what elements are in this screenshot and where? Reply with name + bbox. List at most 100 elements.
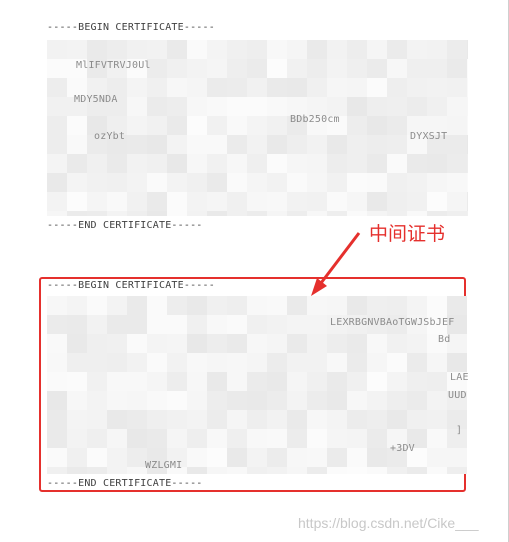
pixelation-tile: [107, 410, 127, 429]
pixelation-tile: [107, 372, 127, 391]
cert2-fragment: UUD: [448, 390, 467, 401]
pixelation-tile: [407, 372, 427, 391]
pixelation-tile: [87, 296, 107, 315]
pixelation-tile: [427, 296, 447, 315]
pixelation-tile: [107, 429, 127, 448]
pixelation-tile: [247, 334, 267, 353]
pixelation-tile: [227, 448, 247, 467]
pixelation-tile: [307, 467, 327, 474]
pixelation-tile: [327, 448, 347, 467]
pixelation-tile: [227, 315, 247, 334]
pixelation-tile: [287, 467, 307, 474]
pixelation-tile: [367, 372, 387, 391]
pixelation-tile: [207, 353, 227, 372]
cert2-begin-label: -----BEGIN CERTIFICATE-----: [47, 280, 215, 291]
pixelation-tile: [67, 467, 87, 474]
pixelation-tile: [367, 429, 387, 448]
pixelation-tile: [267, 296, 287, 315]
pixelation-tile: [67, 353, 87, 372]
pixelation-tile: [327, 410, 347, 429]
pixelation-tile: [147, 410, 167, 429]
pixelation-tile: [207, 296, 227, 315]
pixelation-tile: [127, 372, 147, 391]
pixelation-tile: [367, 296, 387, 315]
pixelation-tile: [347, 334, 367, 353]
pixelation-tile: [267, 315, 287, 334]
pixelation-tile: [167, 315, 187, 334]
pixelation-tile: [387, 296, 407, 315]
pixelation-tile: [407, 353, 427, 372]
pixelation-tile: [227, 391, 247, 410]
pixelation-tile: [127, 391, 147, 410]
pixelation-tile: [387, 353, 407, 372]
pixelation-tile: [267, 334, 287, 353]
pixelation-tile: [167, 391, 187, 410]
pixelation-tile: [247, 391, 267, 410]
pixelation-tile: [87, 391, 107, 410]
pixelation-tile: [267, 429, 287, 448]
pixelation-tile: [447, 467, 467, 474]
pixelation-tile: [87, 448, 107, 467]
pixelation-tile: [367, 353, 387, 372]
cert2-fragment: LEXRBGNVBAoTGWJSbJEF: [330, 317, 455, 328]
pixelation-tile: [247, 410, 267, 429]
pixelation-tile: [127, 315, 147, 334]
pixelation-tile: [367, 448, 387, 467]
pixelation-tile: [387, 391, 407, 410]
pixelation-tile: [227, 410, 247, 429]
pixelation-tile: [187, 467, 207, 474]
pixelation-tile: [347, 410, 367, 429]
pixelation-tile: [247, 315, 267, 334]
pixelation-tile: [327, 467, 347, 474]
pixelation-tile: [327, 372, 347, 391]
pixelation-tile: [107, 334, 127, 353]
cert2-end-label: -----END CERTIFICATE-----: [47, 478, 203, 489]
pixelation-tile: [207, 391, 227, 410]
pixelation-tile: [287, 410, 307, 429]
pixelation-tile: [347, 429, 367, 448]
pixelation-tile: [287, 334, 307, 353]
pixelation-tile: [147, 429, 167, 448]
pixelation-tile: [287, 448, 307, 467]
pixelation-tile: [147, 372, 167, 391]
pixelation-tile: [47, 448, 67, 467]
pixelation-tile: [267, 448, 287, 467]
pixelation-tile: [207, 448, 227, 467]
pixelation-tile: [67, 391, 87, 410]
pixelation-tile: [287, 372, 307, 391]
pixelation-tile: [167, 429, 187, 448]
pixelation-tile: [427, 448, 447, 467]
pixelation-tile: [347, 467, 367, 474]
pixelation-tile: [307, 410, 327, 429]
pixelation-tile: [267, 467, 287, 474]
pixelation-tile: [127, 334, 147, 353]
pixelation-tile: [407, 467, 427, 474]
pixelation-tile: [427, 391, 447, 410]
pixelation-tile: [247, 429, 267, 448]
pixelation-tile: [47, 372, 67, 391]
pixelation-tile: [247, 448, 267, 467]
pixelation-tile: [447, 353, 467, 372]
pixelation-tile: [87, 315, 107, 334]
pixelation-tile: [87, 353, 107, 372]
pixelation-tile: [167, 353, 187, 372]
csdn-watermark: https://blog.csdn.net/Cike___: [298, 515, 479, 531]
pixelation-tile: [47, 296, 67, 315]
pixelation-tile: [387, 410, 407, 429]
pixelation-tile: [267, 372, 287, 391]
pixelation-tile: [347, 448, 367, 467]
pixelation-tile: [407, 410, 427, 429]
pixelation-tile: [107, 467, 127, 474]
pixelation-tile: [287, 391, 307, 410]
pixelation-tile: [307, 391, 327, 410]
pixelation-tile: [107, 296, 127, 315]
pixelation-tile: [307, 372, 327, 391]
pixelation-tile: [267, 410, 287, 429]
pixelation-tile: [427, 410, 447, 429]
pixelation-tile: [367, 410, 387, 429]
pixelation-tile: [287, 353, 307, 372]
pixelation-tile: [307, 334, 327, 353]
pixelation-tile: [207, 315, 227, 334]
pixelation-tile: [347, 372, 367, 391]
pixelation-tile: [307, 429, 327, 448]
